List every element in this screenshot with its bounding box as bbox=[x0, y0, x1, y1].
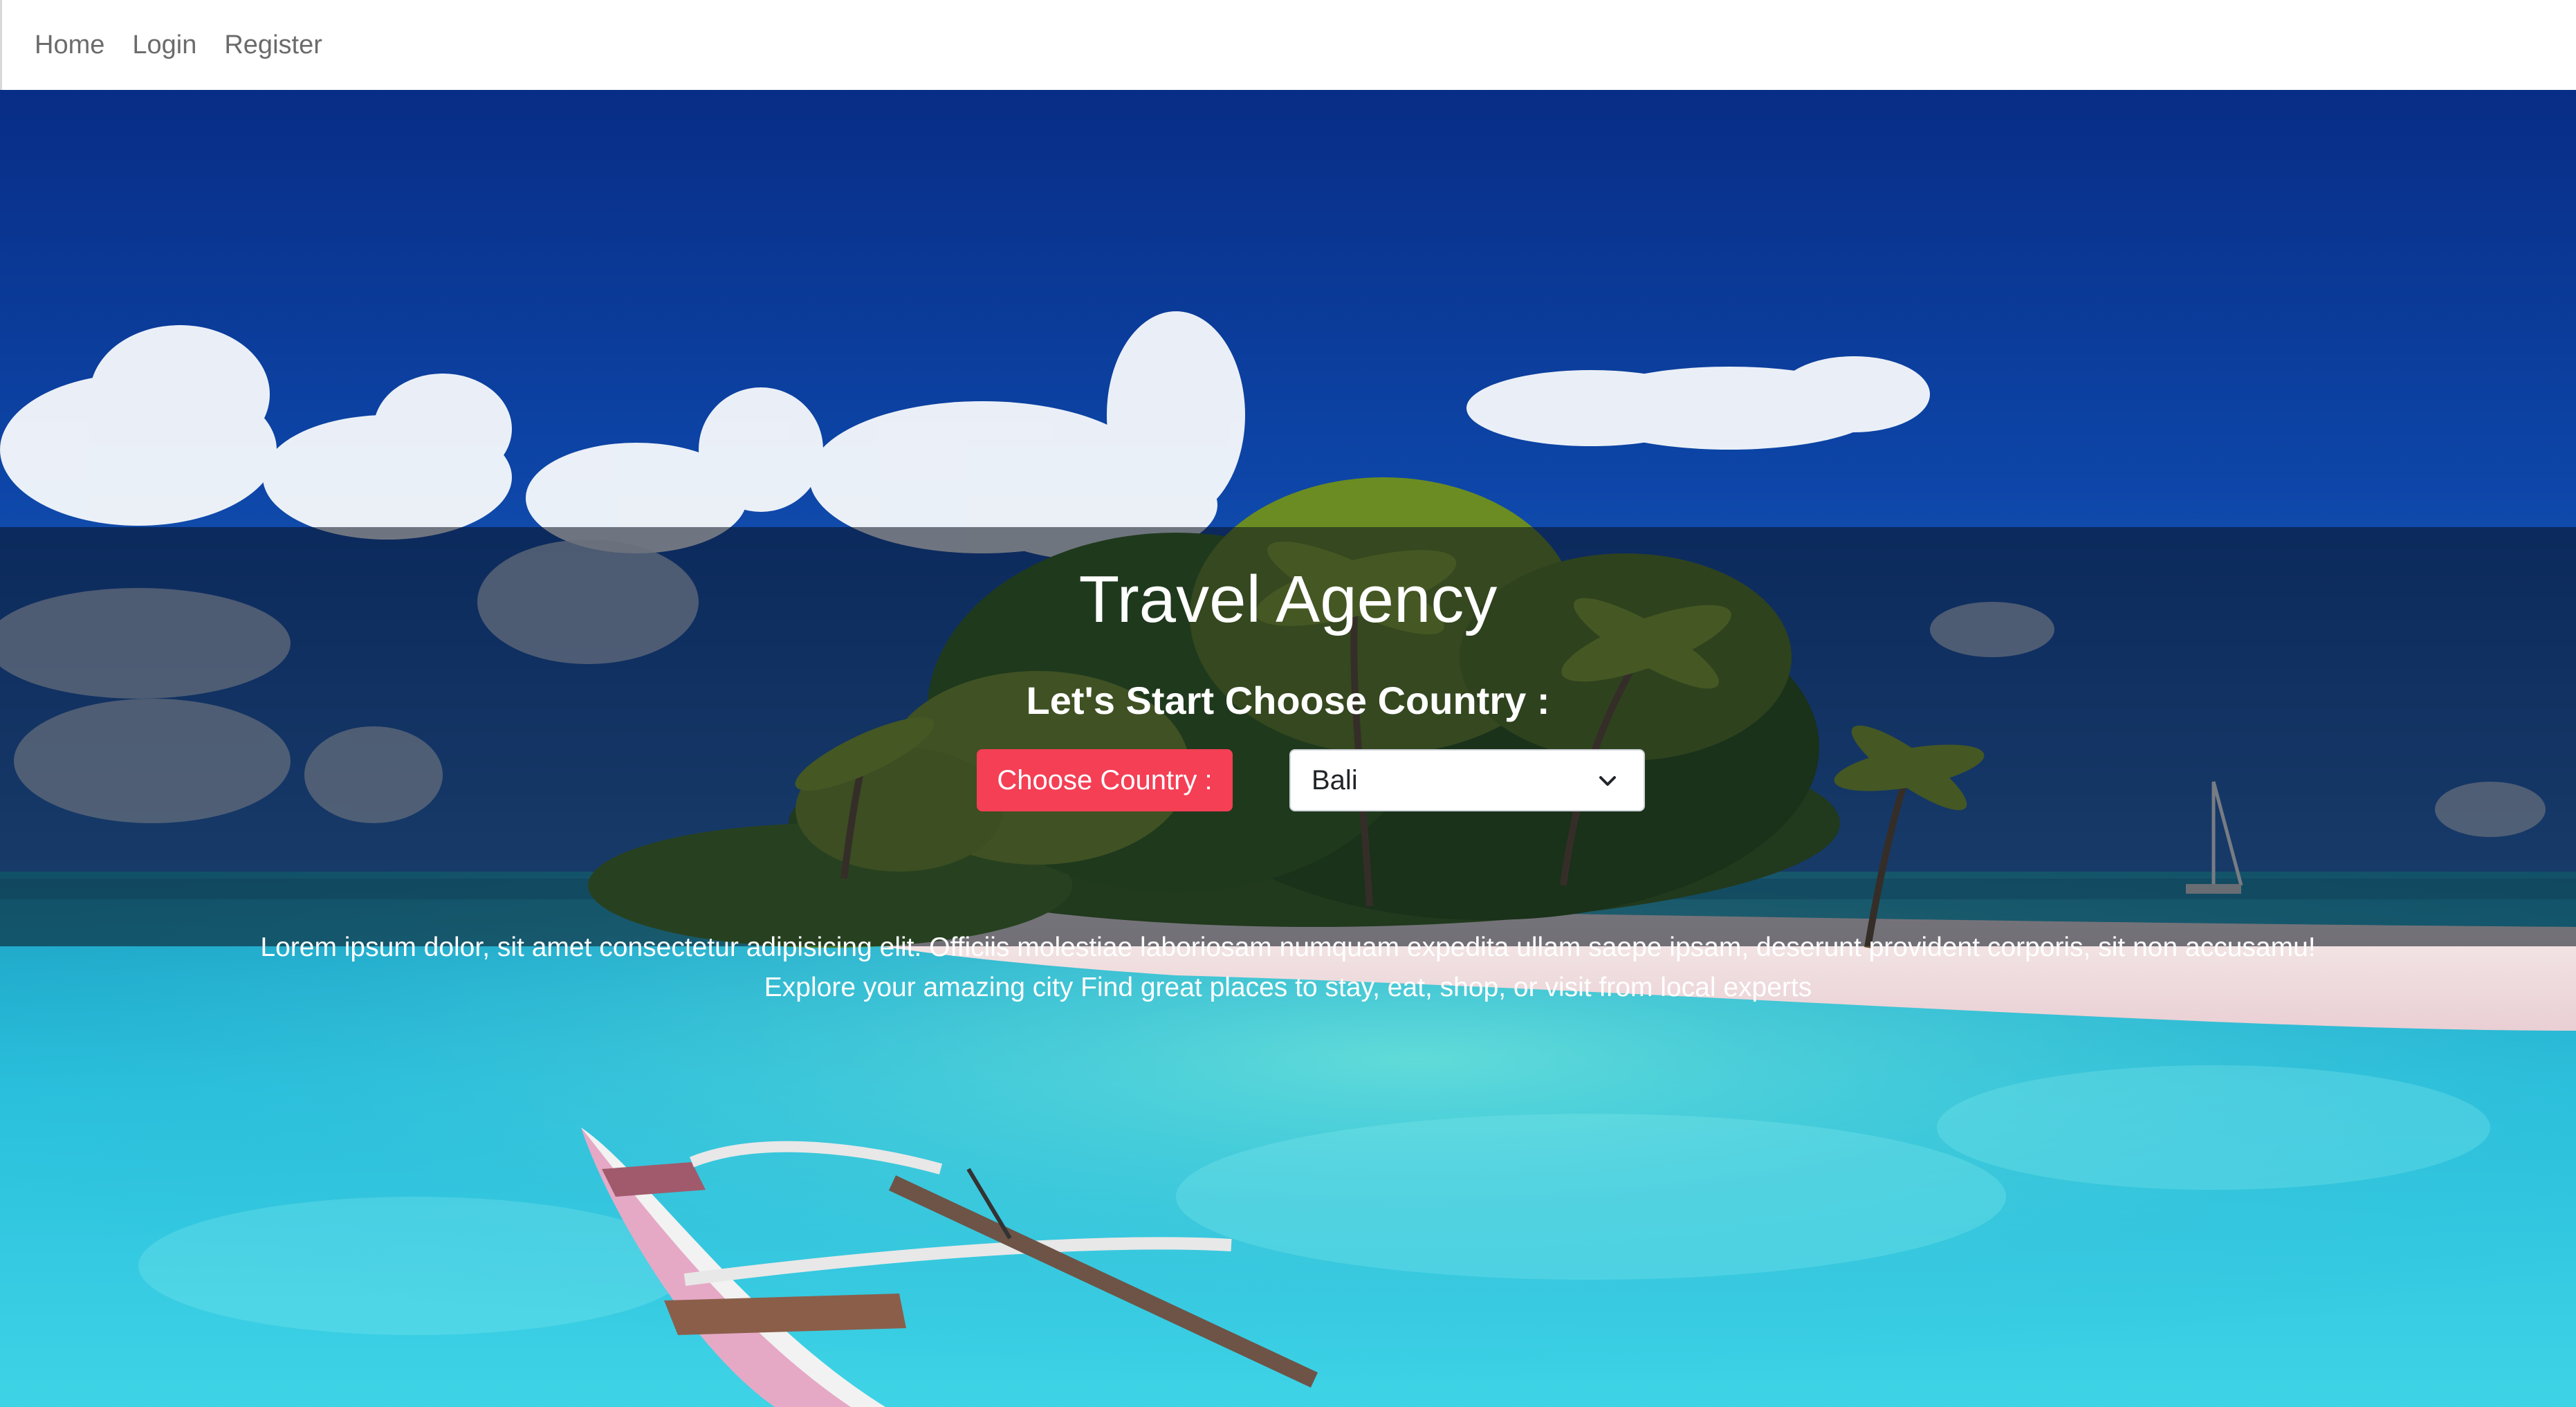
nav-link-register[interactable]: Register bbox=[224, 30, 322, 60]
choose-country-button[interactable]: Choose Country : bbox=[977, 749, 1233, 811]
top-navbar: Home Login Register bbox=[0, 0, 2576, 90]
hero-overlay: Travel Agency Let's Start Choose Country… bbox=[0, 527, 2576, 1002]
nav-link-home[interactable]: Home bbox=[35, 30, 104, 60]
page: Home Login Register Travel Agency Let's … bbox=[0, 0, 2576, 1407]
hero-subtitle: Let's Start Choose Country : bbox=[1026, 679, 1550, 722]
hero-title: Travel Agency bbox=[1078, 562, 1498, 636]
country-select-value: Bali bbox=[1312, 765, 1358, 796]
hero-section: Travel Agency Let's Start Choose Country… bbox=[0, 90, 2576, 1407]
hero-description-line-2: Explore your amazing city Find great pla… bbox=[764, 973, 1812, 1002]
country-select[interactable]: Bali bbox=[1289, 749, 1645, 811]
chevron-down-icon bbox=[1599, 776, 1616, 786]
hero-description-line-1: Lorem ipsum dolor, sit amet consectetur … bbox=[260, 932, 2316, 962]
nav-link-login[interactable]: Login bbox=[132, 30, 196, 60]
